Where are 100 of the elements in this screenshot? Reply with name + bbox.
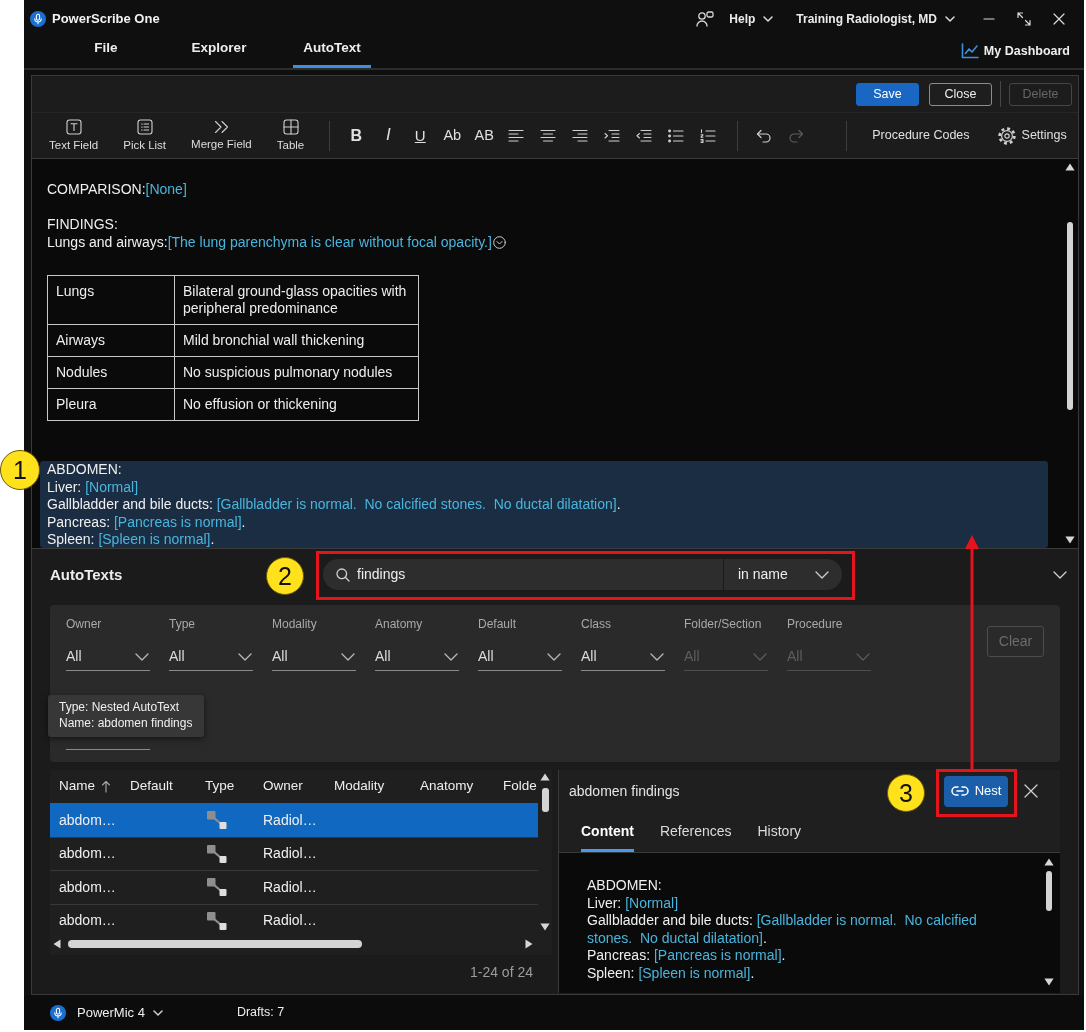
filter-label: Class bbox=[581, 617, 612, 632]
column-header[interactable]: Name bbox=[50, 770, 121, 803]
procedure-codes-button[interactable]: Procedure Codes bbox=[872, 128, 970, 143]
scrollbar-thumb[interactable] bbox=[68, 940, 362, 948]
table-cell: Nodules bbox=[47, 356, 175, 389]
upper-case-button[interactable]: AB bbox=[468, 120, 501, 151]
scroll-down-arrow-icon[interactable] bbox=[1065, 536, 1075, 544]
scrollbar-thumb[interactable] bbox=[541, 788, 549, 812]
nest-button[interactable]: Nest bbox=[944, 775, 1008, 807]
scope-dropdown[interactable]: in name bbox=[723, 559, 842, 590]
scroll-up-arrow-icon[interactable] bbox=[540, 773, 550, 781]
nav-tab[interactable]: Explorer bbox=[180, 38, 258, 68]
title-case-button[interactable]: Ab bbox=[436, 120, 469, 151]
scroll-down-arrow-icon[interactable] bbox=[540, 923, 550, 931]
scroll-left-arrow-icon[interactable] bbox=[53, 939, 61, 949]
save-button[interactable]: Save bbox=[856, 82, 919, 106]
person-icon[interactable] bbox=[696, 11, 715, 27]
undo-icon[interactable] bbox=[756, 128, 773, 143]
sort-arrow-icon[interactable] bbox=[101, 780, 111, 793]
scrollbar-thumb[interactable] bbox=[1046, 871, 1052, 911]
collapse-chevron-icon[interactable] bbox=[1053, 570, 1067, 579]
italic-button[interactable]: I bbox=[372, 120, 405, 151]
filter-label: Owner bbox=[66, 617, 103, 632]
caret-icon[interactable] bbox=[763, 16, 774, 22]
table-cell: Mild bronchial wall thickening bbox=[174, 324, 419, 357]
align-right-icon[interactable] bbox=[572, 128, 589, 143]
chevron-down-icon[interactable] bbox=[238, 652, 252, 661]
dropdown-icon[interactable] bbox=[492, 235, 506, 249]
close-icon[interactable] bbox=[1053, 13, 1065, 25]
table-row[interactable]: abdom… Radiol… bbox=[50, 870, 538, 904]
filter-dropdown[interactable]: All bbox=[375, 643, 459, 671]
nav-tab[interactable]: File bbox=[67, 38, 145, 68]
column-header[interactable]: Modality bbox=[325, 770, 411, 803]
caret-icon[interactable] bbox=[152, 1009, 163, 1016]
scrollbar-thumb[interactable] bbox=[1067, 222, 1073, 410]
filter-dropdown[interactable]: All bbox=[66, 643, 150, 671]
chevron-down-icon[interactable] bbox=[135, 652, 149, 661]
user-menu[interactable]: Training Radiologist, MD bbox=[796, 11, 955, 27]
list-icon[interactable] bbox=[136, 118, 153, 135]
table-cell: Pleura bbox=[47, 388, 175, 421]
preview-title: abdomen findings bbox=[569, 782, 680, 800]
filter-dropdown[interactable]: All bbox=[581, 643, 665, 671]
settings-icon[interactable] bbox=[997, 126, 1016, 145]
double-chevron-icon[interactable] bbox=[213, 119, 229, 134]
filter-label: Folder/Section bbox=[684, 617, 763, 632]
close-icon[interactable] bbox=[1024, 784, 1038, 798]
search-field[interactable]: findings bbox=[323, 559, 723, 590]
text-line: Gallbladder and bile ducts: [Gallbladder is normal. No calcified stones. No ductal dilatation]. bbox=[47, 496, 622, 514]
filter-label: Anatomy bbox=[375, 617, 424, 632]
bold-button[interactable]: B bbox=[340, 120, 373, 151]
text-line: Lungs and airways:[The lung parenchyma is clear without focal opacity.] bbox=[47, 233, 492, 251]
filter-label: Type bbox=[169, 617, 196, 632]
scroll-down-arrow-icon[interactable] bbox=[1044, 978, 1054, 986]
column-header[interactable]: Default bbox=[121, 770, 196, 803]
align-left-icon[interactable] bbox=[508, 128, 525, 143]
chevron-down-icon[interactable] bbox=[650, 652, 664, 661]
filter-dropdown[interactable]: All bbox=[169, 643, 253, 671]
close-button[interactable]: Close bbox=[929, 82, 992, 106]
filter-dropdown[interactable]: All bbox=[272, 643, 356, 671]
help-menu[interactable]: Help bbox=[729, 11, 774, 27]
column-header[interactable]: Anatomy bbox=[411, 770, 494, 803]
tab[interactable]: History bbox=[757, 812, 802, 852]
table-button[interactable]: Table bbox=[276, 118, 305, 153]
numbered-list-icon[interactable] bbox=[700, 128, 717, 143]
bulleted-list-icon[interactable] bbox=[668, 128, 685, 143]
indent-icon[interactable] bbox=[604, 128, 621, 143]
scroll-up-arrow-icon[interactable] bbox=[1044, 858, 1054, 866]
align-center-icon[interactable] bbox=[540, 128, 557, 143]
text-line: Pancreas: [Pancreas is normal]. bbox=[47, 513, 247, 531]
caret-icon[interactable] bbox=[945, 16, 955, 22]
device-menu[interactable]: PowerMic 4 bbox=[77, 1004, 163, 1021]
text-line: Liver: [Normal] bbox=[47, 478, 140, 496]
text-field-icon[interactable] bbox=[65, 118, 82, 135]
tab[interactable]: References bbox=[659, 812, 732, 852]
chart-icon bbox=[960, 43, 979, 59]
scroll-right-arrow-icon[interactable] bbox=[525, 939, 533, 949]
column-header[interactable]: Owner bbox=[254, 770, 325, 803]
outdent-icon[interactable] bbox=[636, 128, 653, 143]
chevron-down-icon[interactable] bbox=[341, 652, 355, 661]
column-header[interactable]: Type bbox=[196, 770, 254, 803]
table-row[interactable]: abdom… Radiol… bbox=[50, 903, 538, 937]
chevron-down-icon[interactable] bbox=[547, 652, 561, 661]
scroll-up-arrow-icon[interactable] bbox=[1065, 163, 1075, 171]
merge-field-button[interactable]: Merge Field bbox=[191, 119, 252, 152]
pick-list-button[interactable]: Pick List bbox=[123, 118, 167, 153]
table-row[interactable]: abdom… Radiol… bbox=[50, 836, 538, 870]
table-icon[interactable] bbox=[282, 118, 299, 135]
table-row[interactable]: abdom… Radiol… bbox=[50, 803, 538, 837]
resize-icon[interactable] bbox=[1017, 12, 1031, 26]
column-header[interactable]: Folde bbox=[494, 770, 538, 803]
text-field-button[interactable]: Text Field bbox=[49, 118, 99, 153]
dashboard-link[interactable]: My Dashboard bbox=[960, 38, 1070, 68]
filter-dropdown[interactable]: All bbox=[478, 643, 562, 671]
settings-button[interactable]: Settings bbox=[997, 126, 1067, 145]
chevron-down-icon[interactable] bbox=[444, 652, 458, 661]
minimize-icon[interactable] bbox=[983, 18, 995, 20]
link-icon[interactable] bbox=[950, 786, 969, 796]
underline-button[interactable]: U bbox=[404, 120, 437, 151]
text-line: Spleen: [Spleen is normal]. bbox=[587, 964, 756, 982]
nav-tab[interactable]: AutoText bbox=[293, 38, 371, 68]
